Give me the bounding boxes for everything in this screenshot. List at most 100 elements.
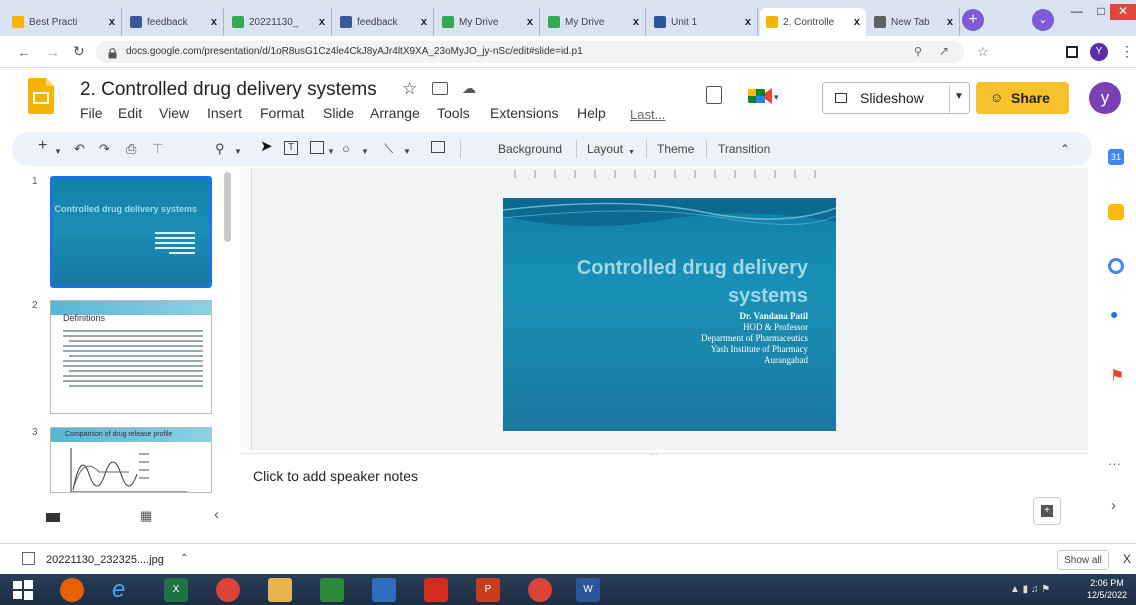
menu-item[interactable]: View [159,105,189,121]
background-button[interactable]: Background [498,142,562,156]
move-folder-icon[interactable] [432,82,448,95]
tab-close-icon[interactable]: x [745,16,751,28]
firefox-icon[interactable] [60,578,84,602]
zoom-dropdown-icon[interactable]: ▼ [234,144,242,160]
back-icon[interactable]: ← [17,44,31,60]
browser-tab[interactable]: My Drive x [542,8,646,36]
keep-icon[interactable] [1108,204,1124,220]
calendar-icon[interactable]: 31 [1108,149,1124,165]
browser-tab[interactable]: feedback x [124,8,224,36]
word-icon[interactable]: W [576,578,600,602]
slide-thumbnail-3[interactable]: Comparison of drug release profile [50,427,212,493]
document-title[interactable]: 2. Controlled drug delivery systems [80,79,377,101]
menu-item[interactable]: Insert [207,105,242,121]
menu-item[interactable]: Edit [118,105,142,121]
windows-start-icon[interactable] [12,579,34,601]
image-icon[interactable] [310,141,324,154]
browser-tab[interactable]: 20221130_ x [226,8,332,36]
zoom-icon[interactable]: ⚲ [914,45,922,58]
collapse-menus-icon[interactable]: ⌃ [1060,141,1070,157]
tasks-icon[interactable] [1108,258,1124,274]
bookmark-star-icon[interactable]: ☆ [977,44,989,60]
explore-button[interactable]: + [1033,497,1061,525]
layout-button[interactable]: Layout [587,142,623,156]
menu-item[interactable]: File [80,105,103,121]
tab-close-icon[interactable]: x [421,16,427,28]
forward-icon[interactable]: → [46,44,60,60]
theme-button[interactable]: Theme [657,142,694,156]
menu-item[interactable]: Format [260,105,304,121]
browser-tab[interactable]: feedback x [334,8,434,36]
shape-dropdown-icon[interactable]: ▼ [361,144,369,160]
tab-close-icon[interactable]: x [211,16,217,28]
menu-item[interactable]: Help [577,105,606,121]
contacts-icon[interactable]: ● [1110,306,1118,322]
print-icon[interactable]: ⎙ [126,141,136,157]
comments-history-icon[interactable] [706,86,722,104]
clock[interactable]: 2:06 PM 12/5/2022 [1082,577,1132,601]
layout-dropdown-icon[interactable]: ▼ [628,145,635,161]
collapse-filmstrip-icon[interactable]: ‹ [214,506,219,523]
download-options-icon[interactable]: ⌃ [180,553,188,564]
tab-close-icon[interactable]: x [109,16,115,28]
share-page-icon[interactable]: ↗ [939,44,949,58]
last-edit-link[interactable]: Last... [630,107,665,122]
browser-tab[interactable]: Best Practi x [6,8,122,36]
reload-icon[interactable]: ↻ [73,43,85,60]
new-slide-dropdown-icon[interactable]: ▼ [54,144,62,160]
notes-resize-handle[interactable]: ··· [650,450,658,459]
file-explorer-icon[interactable] [268,578,292,602]
grid-view-icon[interactable]: ▦ [140,508,152,524]
menu-item[interactable]: Arrange [370,105,420,121]
tab-search-icon[interactable]: ⌄ [1032,9,1054,31]
minimize-button[interactable]: — [1064,4,1090,20]
menu-item[interactable]: Tools [437,105,470,121]
new-tab-button[interactable]: + [962,9,984,31]
share-button[interactable]: ☺ Share [976,82,1069,114]
tab-close-icon[interactable]: x [319,16,325,28]
profile-avatar[interactable]: Y [1090,43,1108,61]
transition-button[interactable]: Transition [718,142,770,156]
slide-thumbnail-1[interactable]: Controlled drug delivery systems [50,176,212,288]
browser-tab[interactable]: New Tab x [868,8,960,36]
shape-icon[interactable]: ○ [342,141,350,157]
line-icon[interactable]: ⟍ [384,141,393,157]
select-cursor-icon[interactable]: ➤ [260,139,273,155]
browser-tab[interactable]: My Drive x [436,8,540,36]
new-slide-icon[interactable]: + [38,138,47,154]
tab-close-icon[interactable]: x [947,16,953,28]
tab-close-icon[interactable]: x [527,16,533,28]
redo-icon[interactable]: ↷ [99,141,110,157]
undo-icon[interactable]: ↶ [74,141,85,157]
download-filename[interactable]: 20221130_232325....jpg [46,554,164,566]
tab-close-icon[interactable]: x [854,16,860,28]
chrome-icon-1[interactable] [216,578,240,602]
close-downloads-button[interactable]: X [1123,552,1131,566]
slide-title[interactable]: Controlled drug delivery systems [503,254,808,310]
line-dropdown-icon[interactable]: ▼ [403,144,411,160]
more-options-icon[interactable]: ··· [1108,456,1121,471]
star-icon[interactable]: ☆ [402,79,417,99]
browser-tab[interactable]: Unit 1 x [648,8,758,36]
show-all-button[interactable]: Show all [1057,550,1109,570]
slideshow-dropdown-icon[interactable]: ▼ [954,91,964,102]
slideshow-button[interactable]: Slideshow ▼ [822,82,970,114]
menu-item[interactable]: Slide [323,105,354,121]
onenote-icon[interactable] [372,578,396,602]
store-icon[interactable] [320,578,344,602]
slide-thumbnail-2[interactable]: Definitions [50,300,212,414]
current-slide[interactable]: Controlled drug delivery systems Dr. Van… [503,198,836,431]
slides-logo-icon[interactable] [28,78,54,114]
side-panel-icon[interactable] [1066,46,1078,58]
window-close-button[interactable]: ✕ [1110,4,1136,20]
filmstrip-view-icon[interactable] [46,513,60,522]
image-dropdown-icon[interactable]: ▼ [327,144,335,160]
menu-item[interactable]: Extensions [490,105,558,121]
omnibox[interactable]: docs.google.com/presentation/d/1oR8usG1C… [96,41,964,63]
excel-icon[interactable]: X [164,578,188,602]
acrobat-icon[interactable] [424,578,448,602]
zoom-icon[interactable]: ⚲ [215,141,225,157]
expand-panel-icon[interactable]: › [1111,497,1116,514]
user-avatar[interactable]: y [1089,82,1121,114]
maps-icon[interactable]: ⚑ [1110,366,1124,386]
